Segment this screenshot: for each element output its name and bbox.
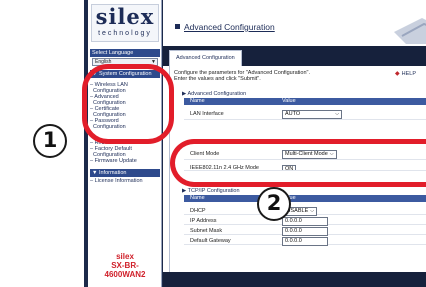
section-advanced-title: ▶ Advanced Configuration	[182, 91, 247, 97]
callout-number-2: 2	[257, 187, 291, 221]
help-link[interactable]: ◆ HELP	[395, 71, 416, 77]
subnet-mask-label: Subnet Mask	[190, 228, 223, 234]
section-tcpip-title-text: TCP/IP Configuration	[187, 188, 240, 194]
model-line-1: SX-BR-	[111, 261, 139, 270]
nav-firmware-update[interactable]: – Firmware Update	[90, 158, 160, 164]
ip-address-label: IP Address	[190, 218, 217, 224]
help-icon: ◆	[395, 71, 400, 77]
arrow-graphic-icon	[394, 18, 426, 44]
lan-interface-value: AUTO	[285, 111, 301, 117]
nav-license-information[interactable]: – License Information	[90, 178, 160, 184]
dhcp-label: DHCP	[190, 208, 206, 214]
tab-advanced-configuration[interactable]: Advanced Configuration	[169, 50, 242, 66]
table-row: Subnet Mask 0.0.0.0	[184, 225, 426, 236]
model-name: silex SX-BR- 4600WAN2	[91, 252, 159, 287]
page-title-text: Advanced Configuration	[184, 22, 275, 32]
tab-bar: Advanced Configuration	[163, 46, 426, 66]
default-gateway-label: Default Gateway	[190, 238, 231, 244]
select-language-header: Select Language	[90, 49, 160, 57]
model-brand: silex	[116, 252, 134, 261]
table-row	[184, 122, 426, 132]
silex-logo: silex technology	[91, 4, 159, 42]
page-title: Advanced Configuration	[175, 22, 275, 32]
logo-main-text: silex	[95, 4, 155, 29]
default-gateway-input[interactable]: 0.0.0.0	[282, 237, 328, 246]
table-row: IP Address 0.0.0.0	[184, 215, 426, 226]
chevron-down-icon: ⌵	[335, 111, 339, 117]
intro-text: Configure the parameters for "Advanced C…	[174, 70, 374, 82]
tcpip-col-name: Name	[190, 195, 205, 201]
section-tcpip-title: ▶ TCP/IP Configuration	[182, 188, 240, 194]
intro-line-2: Enter the values and click "Submit".	[174, 76, 261, 82]
bottom-bar	[163, 272, 426, 287]
advanced-table-header: Name Value	[184, 98, 426, 105]
ip-address-value: 0.0.0.0	[285, 218, 302, 224]
tcpip-table-header: Name Value	[184, 195, 426, 202]
highlight-ring-2	[170, 139, 426, 187]
advanced-col-name: Name	[190, 98, 205, 104]
table-row: Default Gateway 0.0.0.0	[184, 235, 426, 246]
information-header: ▼ Information	[90, 169, 160, 177]
callout-number-1: 1	[33, 124, 67, 158]
table-row: LAN Interface AUTO ⌵	[184, 108, 426, 120]
title-bullet-icon	[175, 24, 180, 29]
highlight-ring-1	[82, 64, 174, 144]
lan-interface-label: LAN Interface	[190, 111, 224, 117]
subnet-mask-value: 0.0.0.0	[285, 228, 302, 234]
logo-sub-text: technology	[98, 30, 152, 37]
default-gateway-value: 0.0.0.0	[285, 238, 302, 244]
section-advanced-title-text: Advanced Configuration	[187, 91, 247, 97]
help-label: HELP	[401, 71, 416, 77]
table-row: DHCP DISABLE ⌵	[184, 205, 426, 216]
lan-interface-select[interactable]: AUTO ⌵	[282, 110, 342, 119]
advanced-col-value: Value	[282, 98, 296, 104]
chevron-down-icon: ⌵	[310, 208, 315, 214]
main-header: Advanced Configuration	[163, 0, 426, 46]
model-line-2: 4600WAN2	[104, 270, 146, 279]
